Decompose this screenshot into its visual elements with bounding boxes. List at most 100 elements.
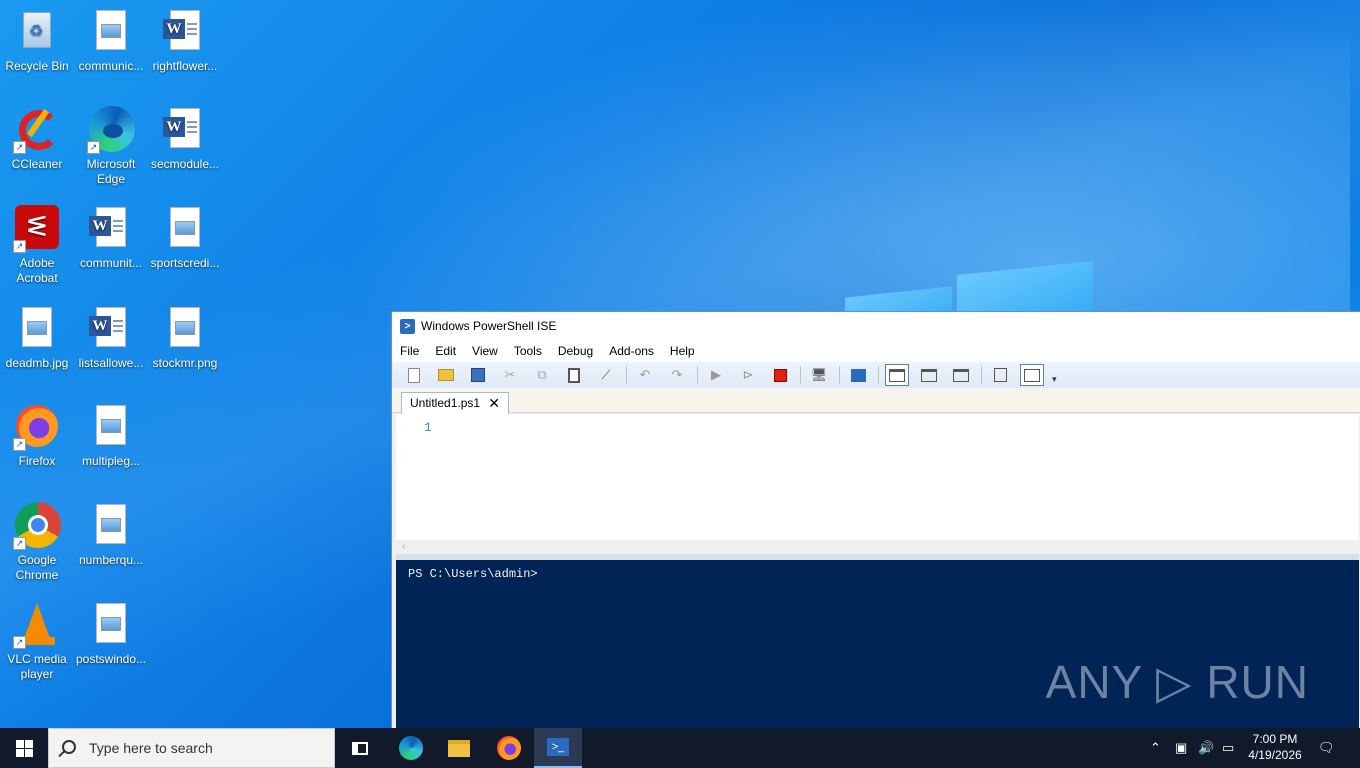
layout-right-icon[interactable] xyxy=(917,364,941,386)
taskbar-edge[interactable] xyxy=(387,728,435,768)
menu-tools[interactable]: Tools xyxy=(514,344,542,358)
shortcut-arrow-icon: ↗ xyxy=(13,141,26,154)
network-icon[interactable]: ▭ xyxy=(1222,728,1234,768)
desktop-icon-label: VLC media player xyxy=(7,652,67,681)
image-file-icon xyxy=(87,8,135,56)
word-document-icon: W xyxy=(87,305,135,353)
menu-help[interactable]: Help xyxy=(670,344,695,358)
image-file-icon xyxy=(13,305,61,353)
redo-icon[interactable]: ↷ xyxy=(665,364,689,386)
desktop-icon-firefox[interactable]: ↗ Firefox xyxy=(0,403,74,469)
image-file-icon xyxy=(161,305,209,353)
action-center-button[interactable]: 🗨 xyxy=(1318,728,1335,768)
desktop-icon-multipleg[interactable]: multipleg... xyxy=(74,403,148,469)
menu-debug[interactable]: Debug xyxy=(558,344,593,358)
remote-powershell-icon[interactable]: 🖥 xyxy=(807,364,831,386)
desktop-icon-postswindo[interactable]: postswindo... xyxy=(74,601,148,667)
toolbar-overflow-icon[interactable]: ▾ xyxy=(1052,374,1057,385)
desktop-icon-label: rightflower... xyxy=(152,59,218,73)
desktop-icon-communit-doc[interactable]: W communit... xyxy=(74,205,148,271)
volume-icon[interactable]: 🔊 xyxy=(1198,728,1214,768)
desktop-icon-sportscredi[interactable]: sportscredi... xyxy=(148,205,222,271)
undo-icon[interactable]: ↶ xyxy=(633,364,657,386)
desktop-icon-listsallowe[interactable]: W listsallowe... xyxy=(74,305,148,371)
desktop-icon-vlc[interactable]: ↗ VLC media player xyxy=(0,601,74,682)
start-button[interactable] xyxy=(0,728,48,768)
console-prompt: PS C:\Users\admin> xyxy=(408,567,538,581)
windows-logo-icon xyxy=(15,739,33,757)
new-file-icon[interactable] xyxy=(402,364,426,386)
shortcut-arrow-icon: ↗ xyxy=(13,537,26,550)
scroll-left-icon[interactable]: ‹ xyxy=(402,541,405,552)
editor-horizontal-scrollbar[interactable]: ‹ xyxy=(396,540,1359,554)
menu-view[interactable]: View xyxy=(472,344,498,358)
task-view-button[interactable] xyxy=(336,728,384,768)
word-document-icon: W xyxy=(87,205,135,253)
script-editor[interactable]: 1 xyxy=(396,414,1359,540)
search-placeholder: Type here to search xyxy=(89,740,213,756)
clear-console-icon[interactable]: ⟋ xyxy=(594,364,618,386)
paste-icon[interactable] xyxy=(562,364,586,386)
save-icon[interactable] xyxy=(466,364,490,386)
desktop-icon-microsoft-edge[interactable]: ↗ Microsoft Edge xyxy=(74,106,148,187)
desktop-icon-label: Recycle Bin xyxy=(5,59,69,73)
desktop-icon-google-chrome[interactable]: ↗ Google Chrome xyxy=(0,502,74,583)
menu-addons[interactable]: Add-ons xyxy=(609,344,654,358)
tab-untitled1[interactable]: Untitled1.ps1 ✕ xyxy=(401,392,509,414)
desktop-icon-ccleaner[interactable]: ↗ CCleaner xyxy=(0,106,74,172)
chevron-up-icon: ⌃ xyxy=(1150,740,1161,755)
vlc-cone-icon: ↗ xyxy=(13,601,61,649)
show-script-icon[interactable] xyxy=(988,364,1012,386)
shortcut-arrow-icon: ↗ xyxy=(13,636,26,649)
desktop-icon-label: Microsoft Edge xyxy=(86,157,136,186)
desktop-icon-deadmb[interactable]: deadmb.jpg xyxy=(0,305,74,371)
word-document-icon: W xyxy=(161,106,209,154)
desktop-icon-label: CCleaner xyxy=(11,157,63,171)
taskbar-firefox[interactable] xyxy=(485,728,533,768)
script-tab-strip: Untitled1.ps1 ✕ xyxy=(392,388,1360,414)
adobe-acrobat-icon: ᓬ ↗ xyxy=(13,205,61,253)
start-powershell-icon[interactable] xyxy=(846,364,870,386)
firefox-icon xyxy=(497,736,521,760)
chrome-icon: ↗ xyxy=(13,502,61,550)
taskbar-powershell-ise[interactable]: >_ xyxy=(534,728,582,768)
powershell-ise-window[interactable]: > Windows PowerShell ISE File Edit View … xyxy=(391,311,1360,728)
image-file-icon xyxy=(87,601,135,649)
window-titlebar[interactable]: > Windows PowerShell ISE xyxy=(392,312,1360,340)
line-number: 1 xyxy=(424,420,432,435)
firefox-icon: ↗ xyxy=(13,403,61,451)
meet-now-icon[interactable]: ▣ xyxy=(1175,728,1187,768)
close-tab-icon[interactable]: ✕ xyxy=(488,393,500,413)
desktop-icon-label: listsallowe... xyxy=(78,356,144,370)
folder-icon xyxy=(448,739,470,757)
desktop-icon-numberqu[interactable]: numberqu... xyxy=(74,502,148,568)
edge-icon xyxy=(399,736,423,760)
image-file-icon xyxy=(161,205,209,253)
run-script-icon[interactable]: ▶ xyxy=(704,364,728,386)
menu-file[interactable]: File xyxy=(400,344,419,358)
edge-icon: ↗ xyxy=(87,106,135,154)
desktop-icon-recycle-bin[interactable]: ♻ Recycle Bin xyxy=(0,8,74,74)
taskbar-search-box[interactable]: Type here to search xyxy=(48,728,335,768)
console-pane[interactable]: PS C:\Users\admin> ANY ▷ RUN xyxy=(396,560,1359,728)
desktop-icon-adobe-acrobat[interactable]: ᓬ ↗ Adobe Acrobat xyxy=(0,205,74,286)
desktop-icon-label: numberqu... xyxy=(78,553,144,567)
desktop-icon-label: communit... xyxy=(79,256,142,270)
desktop-icon-rightflower[interactable]: W rightflower... xyxy=(148,8,222,74)
open-folder-icon[interactable] xyxy=(434,364,458,386)
layout-top-icon[interactable] xyxy=(885,364,909,386)
taskbar-file-explorer[interactable] xyxy=(435,728,483,768)
desktop-icon-secmodule[interactable]: W secmodule... xyxy=(148,106,222,172)
layout-max-icon[interactable] xyxy=(949,364,973,386)
show-hidden-icons-button[interactable]: ⌃ xyxy=(1150,728,1161,768)
stop-icon[interactable] xyxy=(768,364,792,386)
desktop-icon-communic-image[interactable]: communic... xyxy=(74,8,148,74)
menu-edit[interactable]: Edit xyxy=(435,344,456,358)
desktop-icon-label: secmodule... xyxy=(150,157,220,171)
desktop-icon-stockmr[interactable]: stockmr.png xyxy=(148,305,222,371)
run-selection-icon[interactable]: ⊳ xyxy=(736,364,760,386)
cut-icon[interactable]: ✂ xyxy=(498,364,522,386)
taskbar-clock[interactable]: 7:00 PM 4/19/2026 xyxy=(1240,731,1310,763)
copy-icon[interactable]: ⧉ xyxy=(530,364,554,386)
show-commands-icon[interactable] xyxy=(1020,364,1044,386)
